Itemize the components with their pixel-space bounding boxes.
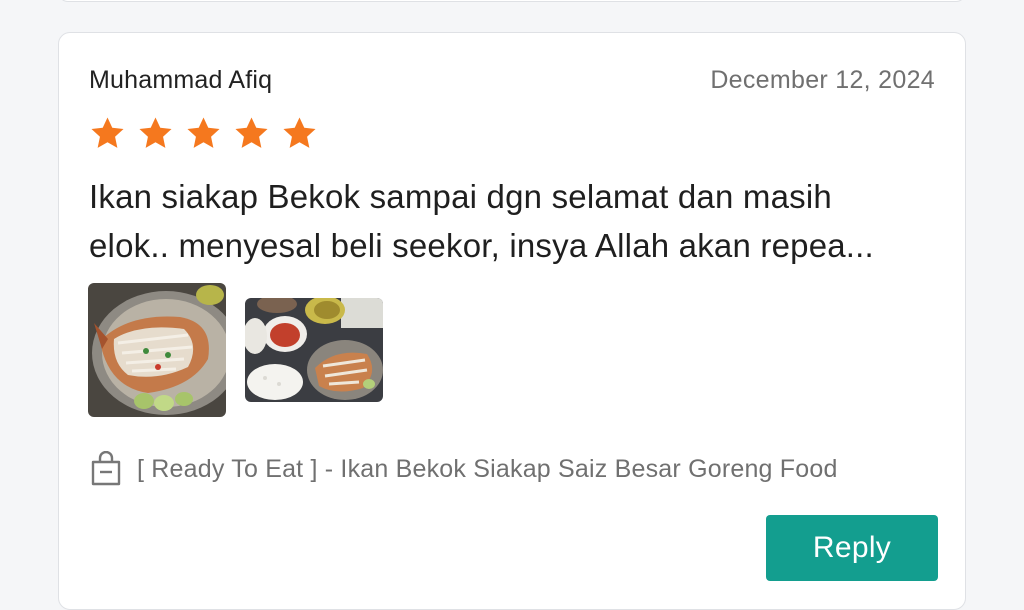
review-text-line: elok.. menyesal beli seekor, insya Allah… [89, 227, 874, 264]
food-photo-icon [245, 298, 383, 402]
product-name: [ Ready To Eat ] - Ikan Bekok Siakap Sai… [137, 454, 838, 483]
product-link[interactable]: [ Ready To Eat ] - Ikan Bekok Siakap Sai… [89, 451, 838, 487]
previous-review-card [58, 0, 966, 2]
star-icon [91, 117, 124, 148]
review-date: December 12, 2024 [710, 66, 935, 94]
review-photo-1[interactable] [88, 283, 226, 417]
reviewer-name: Muhammad Afiq [89, 66, 273, 94]
food-photo-icon [88, 283, 226, 417]
reply-button[interactable]: Reply [766, 515, 938, 581]
review-text[interactable]: Ikan siakap Bekok sampai dgn selamat dan… [89, 172, 939, 270]
star-icon [187, 117, 220, 148]
star-rating [89, 115, 318, 152]
star-icon [139, 117, 172, 148]
review-list: Muhammad Afiq December 12, 2024 Ikan sia… [0, 0, 1024, 610]
review-card: Muhammad Afiq December 12, 2024 Ikan sia… [58, 32, 966, 610]
review-photo-2[interactable] [245, 298, 383, 402]
shopping-bag-icon [91, 451, 121, 486]
star-icon [235, 117, 268, 148]
review-text-line: Ikan siakap Bekok sampai dgn selamat dan… [89, 178, 832, 215]
star-icon [283, 117, 316, 148]
